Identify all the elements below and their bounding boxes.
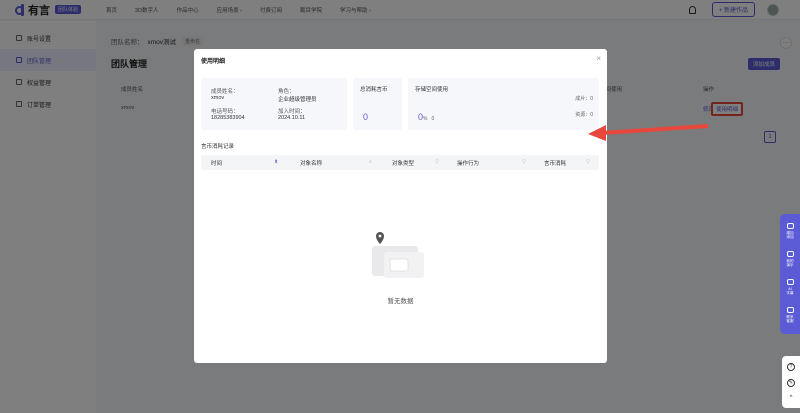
role-label: 角色：: [278, 89, 295, 95]
storage-label: 存储空间使用: [415, 87, 449, 93]
coins-card: 总消耗言币 0: [353, 78, 402, 130]
storage-percent-group: 0% 0: [418, 112, 434, 122]
search-icon[interactable]: ⌕: [369, 159, 372, 165]
floating-tool-label: 我的 演示: [786, 259, 794, 267]
tool-icon: [786, 223, 794, 229]
floating-tool-label: AI 字幕: [786, 287, 794, 295]
name-label: 成员姓名：: [211, 89, 239, 95]
floating-tool-label: 联系 客服: [786, 315, 794, 323]
empty-illustration: [372, 232, 424, 278]
col-action: 操作行为: [457, 161, 480, 167]
floating-tool-label: 增加 添加: [786, 231, 794, 239]
join-time-label: 加入时间：: [278, 109, 306, 115]
log-table-header: 时间 ⬍ 对象名称 ⌕ 对象类型 ▽ 操作行为 ▽ 言币消耗 ▽: [201, 155, 599, 170]
coins-value: 0: [363, 112, 369, 122]
name-value: xmov: [211, 95, 225, 101]
phone-value: 18285383904: [211, 115, 245, 121]
storage-card: 存储空间使用 0% 0 成片：0 资源：0: [408, 78, 599, 130]
floating-tool-item[interactable]: 联系 客服: [781, 301, 799, 329]
floating-tools: ? ✎ ^: [782, 356, 800, 408]
section-title: 言币消耗记录: [201, 144, 235, 150]
tool-icon: [786, 251, 794, 257]
floating-toolbar: 增加 添加我的 演示 AI 字幕联系 客服: [780, 214, 800, 334]
sort-icon[interactable]: ⬍: [274, 159, 278, 165]
filter-icon[interactable]: ▽: [586, 159, 590, 165]
coins-label: 总消耗言币: [360, 87, 388, 93]
tool-icon: [786, 279, 794, 285]
close-icon[interactable]: ×: [596, 54, 601, 63]
storage-percent-unit: %: [423, 116, 428, 122]
feedback-icon[interactable]: ✎: [787, 379, 795, 387]
tool-icon: [786, 307, 794, 313]
assets-count: 资源：0: [575, 112, 593, 118]
role-value: 企业超级管理员: [278, 97, 317, 103]
filter-icon[interactable]: ▽: [435, 159, 439, 165]
help-icon[interactable]: ?: [787, 363, 795, 371]
storage-sub: 0: [431, 116, 435, 122]
col-coins: 言币消耗: [544, 161, 567, 167]
col-object-name: 对象名称: [300, 161, 323, 167]
back-to-top-icon[interactable]: ^: [790, 395, 793, 401]
finished-count: 成片：0: [575, 96, 593, 102]
floating-tool-item[interactable]: 增加 添加: [781, 217, 799, 245]
col-object-type: 对象类型: [392, 161, 415, 167]
join-time-value: 2024.10.11: [278, 115, 306, 121]
usage-detail-modal: 使用明细 × 成员姓名： xmov 角色： 企业超级管理员 电话号码： 1828…: [194, 49, 607, 363]
floating-tool-item[interactable]: 我的 演示: [781, 245, 799, 273]
floating-tool-item[interactable]: AI 字幕: [781, 273, 799, 301]
phone-label: 电话号码：: [211, 109, 239, 115]
member-info-card: 成员姓名： xmov 角色： 企业超级管理员 电话号码： 18285383904…: [201, 78, 347, 130]
filter-icon[interactable]: ▽: [522, 159, 526, 165]
modal-title: 使用明细: [201, 59, 226, 65]
col-time: 时间: [211, 161, 223, 167]
empty-text: 暂无数据: [387, 298, 414, 305]
